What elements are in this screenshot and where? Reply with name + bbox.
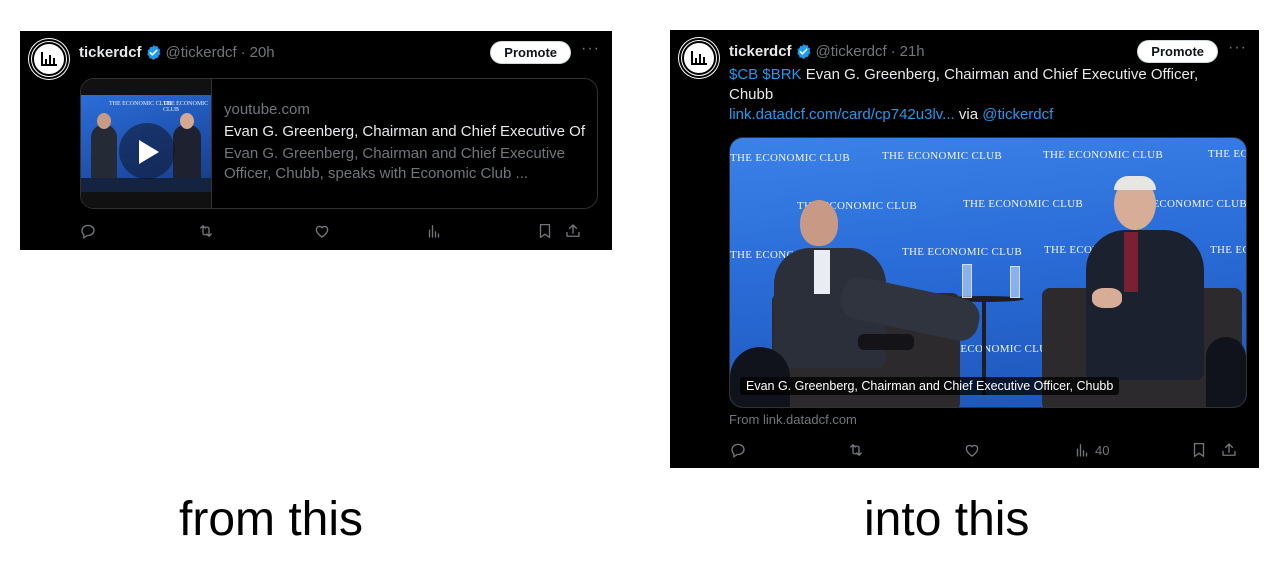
- caption-from: from this: [179, 493, 364, 546]
- more-options-icon[interactable]: ···: [1228, 40, 1247, 59]
- reply-icon[interactable]: [79, 222, 196, 240]
- backdrop-logo: THE ECONOMIC CLUB: [730, 152, 850, 164]
- tweet-before[interactable]: tickerdcf @tickerdcf · 20h Promote ··· T…: [20, 31, 612, 250]
- link-preview-card[interactable]: THE ECONOMIC CLUB THE ECONOMIC CLUB yout…: [80, 78, 598, 209]
- author-name[interactable]: tickerdcf: [729, 43, 792, 60]
- via-label: via: [958, 106, 979, 123]
- author-handle[interactable]: @tickerdcf: [816, 43, 887, 60]
- video-caption: Evan G. Greenberg, Chairman and Chief Ex…: [740, 377, 1120, 395]
- views-button[interactable]: 40: [1073, 441, 1190, 459]
- tweet-header: tickerdcf @tickerdcf · 21h Promote ···: [729, 39, 1247, 63]
- tweet-url[interactable]: link.datadcf.com/card/cp742u3lv...: [729, 106, 955, 123]
- bar-chart-icon: [691, 51, 707, 65]
- share-icon[interactable]: [564, 222, 582, 240]
- card-description: Evan G. Greenberg, Chairman and Chief Ex…: [224, 145, 566, 182]
- like-icon[interactable]: [313, 222, 425, 240]
- verified-badge-icon: [795, 43, 812, 60]
- bookmark-icon[interactable]: [1190, 441, 1220, 459]
- views-count: 40: [1095, 442, 1110, 458]
- promote-button[interactable]: Promote: [490, 40, 572, 64]
- caption-into: into this: [864, 493, 1030, 546]
- tweet-after[interactable]: tickerdcf @tickerdcf · 21h Promote ··· $…: [670, 30, 1259, 468]
- play-icon: [139, 140, 159, 164]
- video-media[interactable]: THE ECONOMIC CLUB THE ECONOMIC CLUB THE …: [729, 137, 1247, 408]
- share-icon[interactable]: [1220, 441, 1238, 459]
- backdrop-logo: THE ECONOMIC CLUB: [1043, 149, 1163, 161]
- views-icon: [1076, 444, 1088, 457]
- backdrop-logo: THE ECONOMIC CLUB: [902, 246, 1022, 258]
- avatar[interactable]: [29, 39, 69, 79]
- repost-icon[interactable]: [196, 222, 313, 240]
- verified-badge-icon: [145, 44, 162, 61]
- tweet-time[interactable]: 20h: [250, 44, 275, 61]
- repost-icon[interactable]: [846, 441, 963, 459]
- author-handle[interactable]: @tickerdcf: [166, 44, 237, 61]
- card-domain: youtube.com: [224, 101, 310, 118]
- tweet-actions: 40: [729, 440, 1247, 460]
- separator-dot: ·: [890, 42, 896, 60]
- bookmark-icon[interactable]: [536, 222, 564, 240]
- views-icon[interactable]: [425, 222, 536, 240]
- tweet-header: tickerdcf @tickerdcf · 20h Promote ···: [79, 40, 600, 64]
- mention-link[interactable]: @tickerdcf: [982, 106, 1053, 123]
- backdrop-logo: THE ECONOMIC CLUB: [1210, 244, 1246, 256]
- separator-dot: ·: [240, 43, 246, 61]
- bar-chart-icon: [41, 52, 57, 66]
- reply-icon[interactable]: [729, 441, 846, 459]
- source-label[interactable]: From link.datadcf.com: [729, 412, 857, 427]
- avatar[interactable]: [679, 38, 719, 78]
- tweet-text: $CB $BRK Evan G. Greenberg, Chairman and…: [729, 65, 1229, 125]
- backdrop-logo: THE ECONOMIC CLUB: [963, 198, 1083, 210]
- backdrop-logo: THE ECONOMIC CLUB: [882, 150, 1002, 162]
- cashtag-links[interactable]: $CB $BRK: [729, 66, 802, 83]
- like-icon[interactable]: [963, 441, 1073, 459]
- card-title: Evan G. Greenberg, Chairman and Chief Ex…: [224, 123, 586, 140]
- tweet-time[interactable]: 21h: [900, 43, 925, 60]
- video-thumbnail[interactable]: THE ECONOMIC CLUB THE ECONOMIC CLUB: [81, 79, 212, 208]
- more-options-icon[interactable]: ···: [581, 41, 600, 60]
- backdrop-logo: THE ECONOMIC CLUB: [1208, 148, 1247, 160]
- tweet-actions: [79, 221, 600, 241]
- author-name[interactable]: tickerdcf: [79, 44, 142, 61]
- promote-button[interactable]: Promote: [1137, 39, 1219, 63]
